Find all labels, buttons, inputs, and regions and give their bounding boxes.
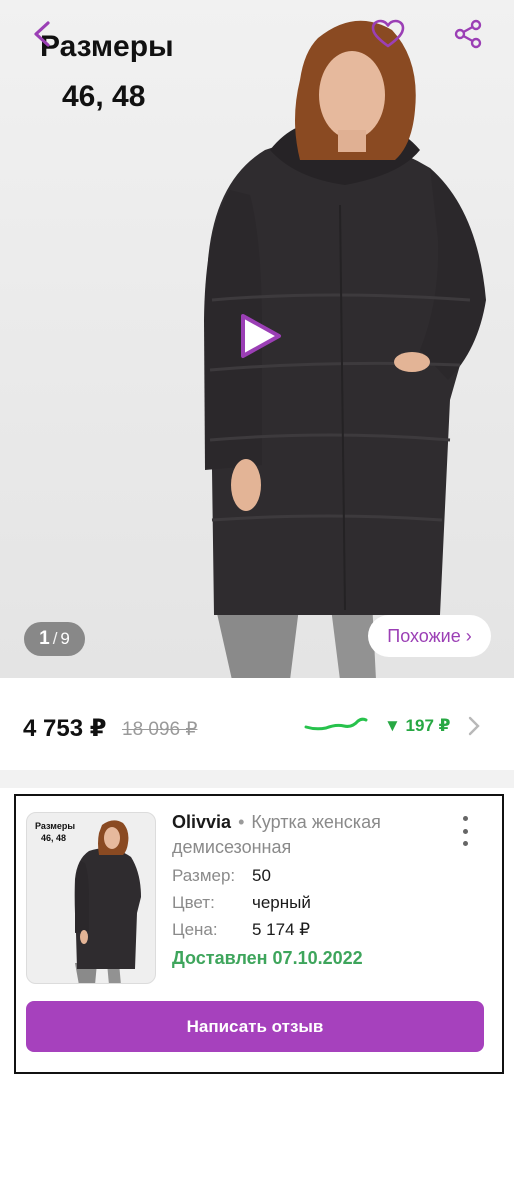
write-review-button[interactable]: Написать отзыв xyxy=(26,1001,484,1052)
section-divider xyxy=(0,770,514,788)
attribute-key: Цвет: xyxy=(172,892,215,912)
counter-separator: / xyxy=(52,629,58,648)
product-title[interactable]: Olivvia • Куртка женская демисезонная xyxy=(172,810,452,860)
attribute-value: черный xyxy=(252,892,311,912)
price-sparkline-icon xyxy=(304,717,368,731)
product-thumbnail[interactable]: Размеры 46, 48 xyxy=(26,812,156,984)
play-video-button[interactable] xyxy=(236,312,284,360)
image-text-sizes: 46, 48 xyxy=(62,80,146,113)
chevron-right-icon xyxy=(468,716,480,736)
brand-name: Olivvia xyxy=(172,812,232,832)
image-counter: 1 / 9 xyxy=(24,622,85,656)
play-icon xyxy=(241,314,281,358)
more-vert-icon-dot xyxy=(462,816,468,821)
heart-icon xyxy=(371,19,405,48)
more-vert-icon-dot xyxy=(462,828,468,834)
attribute-row-size: Размер: 50 xyxy=(172,862,311,889)
thumbnail-text-sizes: 46, 48 xyxy=(41,833,67,843)
attribute-row-color: Цвет: черный xyxy=(172,889,311,916)
price-change: ▼ 197 ₽ xyxy=(384,716,451,735)
attribute-row-price: Цена: 5 174 ₽ xyxy=(172,916,311,943)
favorite-button[interactable] xyxy=(368,14,408,54)
title-separator: • xyxy=(238,812,245,832)
attribute-key: Цена: xyxy=(172,919,218,939)
old-price: 18 096 ₽ xyxy=(122,719,198,740)
similar-button[interactable]: Похожие › xyxy=(368,615,491,657)
share-icon xyxy=(454,19,482,49)
back-icon xyxy=(34,21,50,47)
thumbnail-text-title: Размеры xyxy=(35,821,76,831)
attribute-value: 5 174 ₽ xyxy=(252,919,311,939)
order-item-card: Размеры 46, 48 Olivvia • Куртка женская … xyxy=(14,794,504,1074)
more-vert-icon-dot xyxy=(462,841,468,846)
attribute-key: Размер: xyxy=(172,865,236,885)
back-button[interactable] xyxy=(22,14,62,54)
price-row[interactable]: 4 753 ₽ 18 096 ₽ ▼ 197 ₽ xyxy=(0,678,514,770)
share-button[interactable] xyxy=(448,14,488,54)
attribute-value: 50 xyxy=(252,865,271,885)
product-gallery[interactable]: Размеры 46, 48 1 / 9 Похожие › xyxy=(0,0,514,680)
current-price: 4 753 ₽ xyxy=(23,715,107,742)
counter-current: 1 xyxy=(39,628,50,649)
order-attributes: Размер: 50 Цвет: черный Цена: 5 174 ₽ xyxy=(172,862,311,943)
delivery-status: Доставлен 07.10.2022 xyxy=(172,948,363,968)
more-options-button[interactable] xyxy=(456,816,474,846)
counter-total: 9 xyxy=(60,629,70,648)
